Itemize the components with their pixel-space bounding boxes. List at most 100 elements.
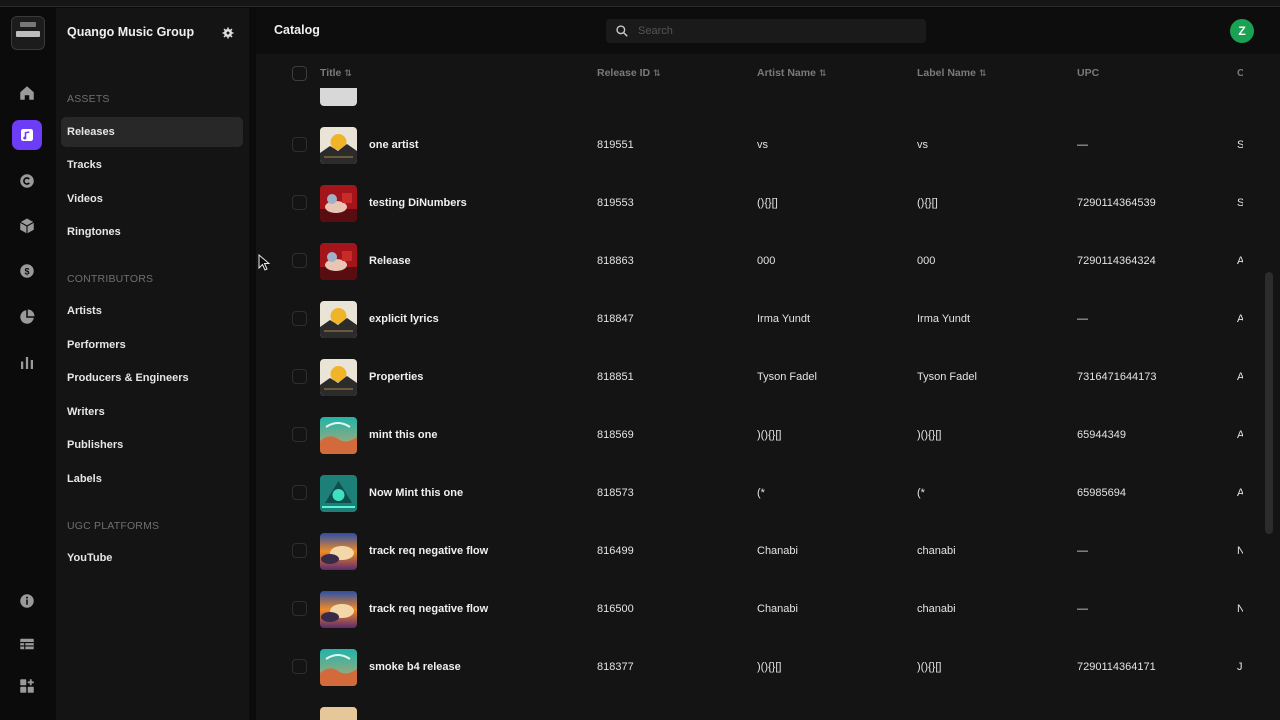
artist-name: 000 <box>757 255 776 267</box>
cutoff-cell: A <box>1237 255 1243 267</box>
release-title[interactable]: track req negative flow <box>369 545 488 557</box>
sidebar-item-artists[interactable]: Artists <box>61 296 243 326</box>
sort-icon[interactable]: ⇅ <box>653 68 661 78</box>
sidebar-item-labels[interactable]: Labels <box>61 464 243 494</box>
section-ugc-platforms: UGC PLATFORMS <box>67 520 160 532</box>
label-name: )(){}[] <box>917 661 942 673</box>
table-row[interactable]: Properties 818851 Tyson Fadel Tyson Fadel 73… <box>256 348 1266 406</box>
table-icon[interactable] <box>12 629 42 659</box>
sidebar-item-writers[interactable]: Writers <box>61 397 243 427</box>
table-row[interactable]: explicit lyrics 818847 Irma Yundt Irma Yund… <box>256 290 1266 348</box>
row-checkbox[interactable] <box>292 369 307 384</box>
releases-icon[interactable] <box>12 120 42 150</box>
column-cutoff[interactable]: C <box>1237 67 1243 79</box>
row-checkbox[interactable] <box>292 253 307 268</box>
cutoff-cell: A <box>1237 487 1243 499</box>
row-checkbox[interactable] <box>292 485 307 500</box>
cutoff-cell: J <box>1237 661 1243 673</box>
release-id: 818377 <box>597 661 634 673</box>
sort-icon[interactable]: ⇅ <box>819 68 827 78</box>
release-id: 818569 <box>597 429 634 441</box>
column-upc[interactable]: UPC <box>1077 67 1099 79</box>
release-artwork <box>320 359 357 396</box>
mouse-cursor-icon <box>258 254 270 271</box>
column-release-id[interactable]: Release ID ⇅ <box>597 67 661 79</box>
table-row[interactable]: track req negative flow 816499 Chanabi chan… <box>256 522 1266 580</box>
column-label-name[interactable]: Label Name ⇅ <box>917 67 987 79</box>
row-checkbox[interactable] <box>292 311 307 326</box>
release-title[interactable]: mint this one <box>369 429 437 441</box>
row-checkbox[interactable] <box>292 659 307 674</box>
table-row[interactable]: Release 818863 000 000 7290114364324 A <box>256 232 1266 290</box>
row-checkbox[interactable] <box>292 543 307 558</box>
sidebar-item-tracks[interactable]: Tracks <box>61 150 243 180</box>
release-title[interactable]: Release <box>369 255 411 267</box>
sort-icon[interactable]: ⇅ <box>979 68 987 78</box>
sidebar-item-performers[interactable]: Performers <box>61 330 243 360</box>
cutoff-cell: A <box>1237 429 1243 441</box>
box-icon[interactable] <box>12 211 42 241</box>
label-name: chanabi <box>917 545 956 557</box>
upc: 65944349 <box>1077 429 1126 441</box>
release-title[interactable]: track req negative flow <box>369 603 488 615</box>
row-checkbox[interactable] <box>292 137 307 152</box>
search-input[interactable] <box>638 19 918 43</box>
release-title[interactable]: Now Mint this one <box>369 487 463 499</box>
row-checkbox[interactable] <box>292 195 307 210</box>
row-checkbox[interactable] <box>292 601 307 616</box>
column-title[interactable]: Title ⇅ <box>320 67 352 79</box>
info-icon[interactable] <box>12 586 42 616</box>
release-artwork <box>320 475 357 512</box>
artist-name: vs <box>757 139 768 151</box>
select-all-checkbox[interactable] <box>292 66 307 81</box>
gear-icon[interactable] <box>222 27 234 39</box>
artist-name: (){}[] <box>757 197 778 209</box>
release-artwork <box>320 127 357 164</box>
sidebar-item-videos[interactable]: Videos <box>61 184 243 214</box>
release-title[interactable]: testing DiNumbers <box>369 197 467 209</box>
cutoff-cell: S <box>1237 197 1243 209</box>
sidebar-item-ringtones[interactable]: Ringtones <box>61 217 243 247</box>
release-title[interactable]: one artist <box>369 139 419 151</box>
artist-name: )(){}[] <box>757 429 782 441</box>
release-title[interactable]: Properties <box>369 371 423 383</box>
release-id: 816500 <box>597 603 634 615</box>
release-artwork <box>320 707 357 720</box>
upc: 7290114364171 <box>1077 661 1156 673</box>
sidebar-item-releases[interactable]: Releases <box>61 117 243 147</box>
avatar[interactable]: Z <box>1230 19 1254 43</box>
table-row[interactable]: mint this one 818569)(){}[])(){}[] 6594434… <box>256 406 1266 464</box>
sidebar-item-youtube[interactable]: YouTube <box>61 543 243 573</box>
app-logo[interactable] <box>11 16 45 50</box>
release-title[interactable]: explicit lyrics <box>369 313 439 325</box>
copyright-icon[interactable] <box>12 166 42 196</box>
cutoff-cell: N <box>1237 545 1243 557</box>
bar-chart-icon[interactable] <box>12 348 42 378</box>
label-name: (){}[] <box>917 197 938 209</box>
table-row[interactable]: track req negative flow 816500 Chanabi chan… <box>256 580 1266 638</box>
upc: — <box>1077 603 1088 615</box>
sidebar-item-publishers[interactable]: Publishers <box>61 430 243 460</box>
sort-icon[interactable]: ⇅ <box>344 68 352 78</box>
home-icon[interactable] <box>12 78 42 108</box>
release-artwork <box>320 243 357 280</box>
table-row-partial[interactable] <box>256 696 1266 720</box>
table-row[interactable]: smoke b4 release 818377)(){}[])(){}[] 7290… <box>256 638 1266 696</box>
dollar-icon[interactable]: $ <box>12 256 42 286</box>
apps-icon[interactable] <box>12 671 42 701</box>
upc: — <box>1077 313 1088 325</box>
sidebar-item-producers-engineers[interactable]: Producers & Engineers <box>61 363 243 393</box>
release-title[interactable]: smoke b4 release <box>369 661 461 673</box>
pie-chart-icon[interactable] <box>12 302 42 332</box>
table-row-partial[interactable] <box>256 88 1266 116</box>
column-artist-name[interactable]: Artist Name ⇅ <box>757 67 826 79</box>
row-checkbox[interactable] <box>292 427 307 442</box>
table-row[interactable]: one artist 819551 vs vs — S <box>256 116 1266 174</box>
org-name: Quango Music Group <box>67 25 195 39</box>
release-id: 818847 <box>597 313 634 325</box>
search-bar[interactable] <box>606 19 926 43</box>
label-name: vs <box>917 139 928 151</box>
scrollbar[interactable] <box>1265 272 1273 534</box>
table-row[interactable]: Now Mint this one 818573 (* (* 65985694 A <box>256 464 1266 522</box>
table-row[interactable]: testing DiNumbers 819553 (){}[] (){}[] 72901… <box>256 174 1266 232</box>
